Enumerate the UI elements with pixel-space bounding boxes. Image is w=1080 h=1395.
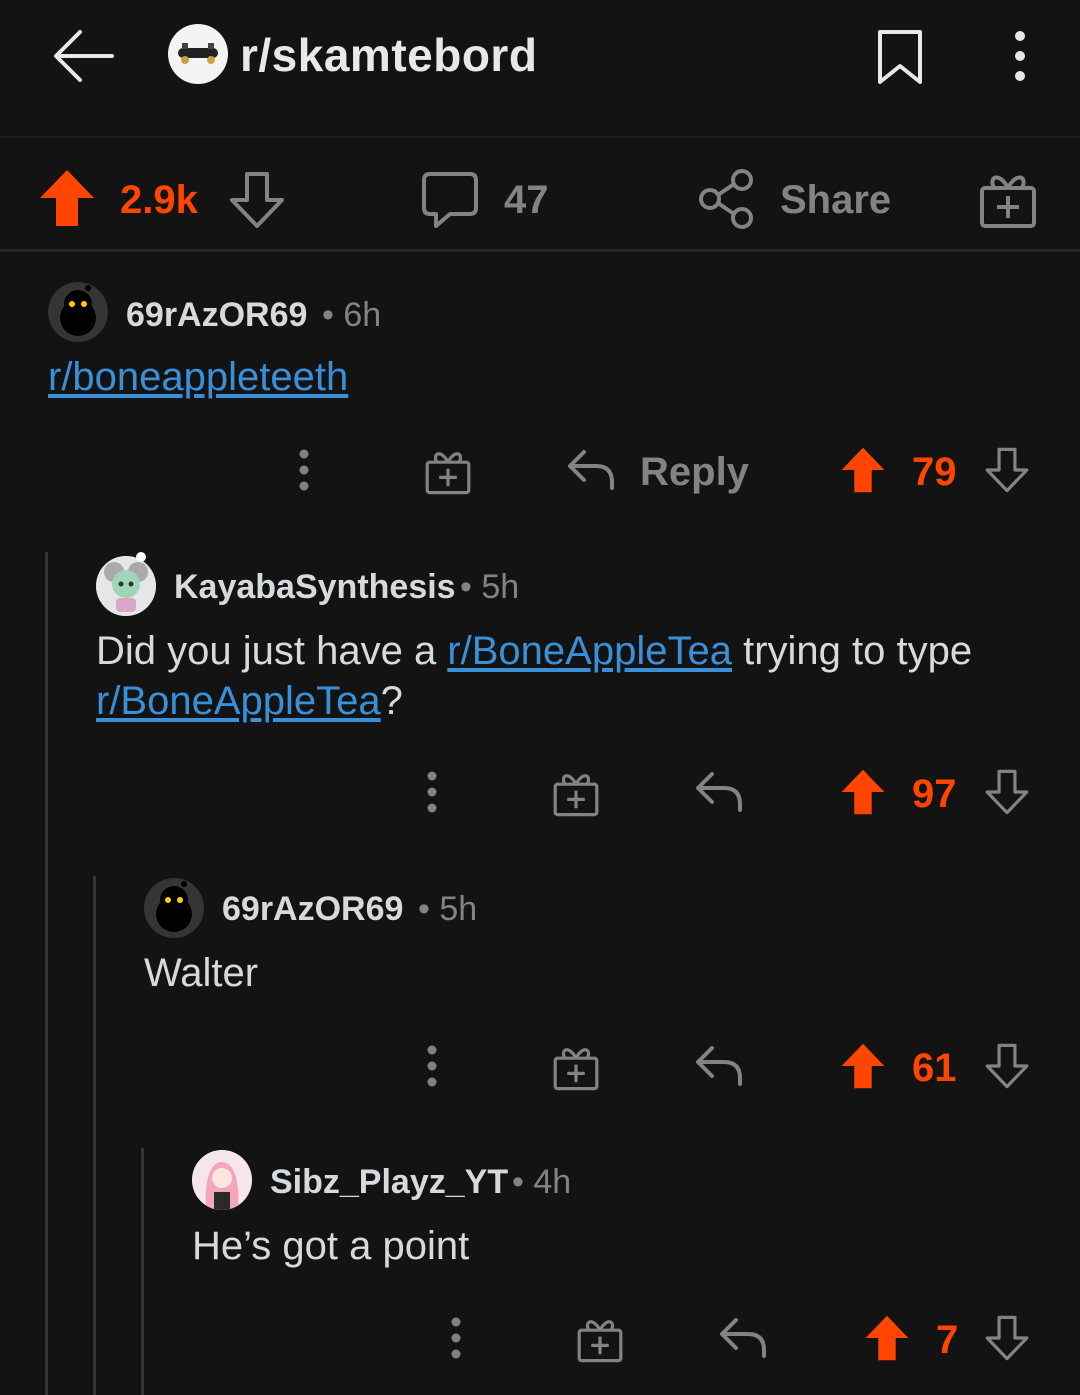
award-icon[interactable] [576,1314,624,1364]
share-button[interactable]: Share [780,178,891,223]
post-action-bar: 2.9k 47 Share [0,140,1080,252]
reply-icon[interactable] [694,770,744,814]
comment-score: 79 [912,450,957,494]
upvote-icon[interactable] [840,446,886,494]
comment-text: He’s got a point [192,1224,470,1268]
reply-icon[interactable] [718,1316,768,1360]
comment-score: 61 [912,1046,957,1090]
reply-icon[interactable] [694,1044,744,1088]
comment-meta: • 5h [460,568,520,606]
comment-text: Walter [144,951,259,995]
comment-count[interactable]: 47 [504,178,549,223]
comment-time: 5h [481,568,520,606]
reply-button[interactable]: Reply [640,450,749,495]
comment-text: trying to type [731,629,973,673]
thread-line[interactable] [93,876,96,1395]
avatar[interactable] [192,1150,252,1210]
comment-time: 4h [533,1163,572,1201]
thread-line[interactable] [45,552,48,1395]
comment-score: 97 [912,772,957,816]
comment-author[interactable]: 69rAzOR69 [126,296,307,335]
upvote-icon[interactable] [840,768,886,816]
comment-meta: • 4h [512,1163,572,1201]
comment-body: r/boneappleteeth [48,352,348,402]
thread-line[interactable] [141,1148,144,1395]
comment-text: ? [380,679,403,723]
comment-author[interactable]: KayabaSynthesis [174,568,456,607]
top-app-bar: r/skamtebord [0,0,1080,138]
comment-body: He’s got a point [192,1221,469,1271]
subreddit-link[interactable]: r/BoneAppleTea [96,679,381,723]
comment-author[interactable]: 69rAzOR69 [222,890,403,929]
more-vertical-icon[interactable] [442,1316,470,1360]
avatar[interactable] [48,282,108,342]
more-vertical-icon[interactable] [1006,30,1034,82]
downvote-icon[interactable] [984,1314,1030,1362]
subreddit-link[interactable]: r/boneappleteeth [48,355,348,399]
upvote-icon[interactable] [840,1042,886,1090]
comment-author[interactable]: Sibz_Playz_YT [270,1163,508,1202]
comment-body: Walter [144,948,258,998]
reply-icon[interactable] [566,448,616,492]
post-score: 2.9k [120,178,198,222]
subreddit-name[interactable]: r/skamtebord [240,28,537,82]
downvote-icon[interactable] [228,170,286,230]
downvote-icon[interactable] [984,1042,1030,1090]
downvote-icon[interactable] [984,446,1030,494]
comment-text: Did you just have a [96,629,448,673]
comment-time: 5h [439,890,478,928]
upvote-icon[interactable] [864,1314,910,1362]
subreddit-avatar[interactable] [168,24,228,84]
more-vertical-icon[interactable] [418,1044,446,1088]
comment-time: 6h [343,296,382,334]
comment-body: Did you just have a r/BoneAppleTea tryin… [96,626,1056,726]
share-icon[interactable] [698,168,756,230]
subreddit-link[interactable]: r/BoneAppleTea [447,629,732,673]
comment-meta: • 5h [418,890,478,928]
comment-icon[interactable] [420,170,480,230]
bookmark-icon[interactable] [876,28,924,86]
comment-score: 7 [936,1318,959,1362]
award-icon[interactable] [424,446,472,496]
back-arrow-icon[interactable] [50,26,116,86]
award-icon[interactable] [552,1042,600,1092]
more-vertical-icon[interactable] [290,448,318,492]
avatar[interactable] [144,878,204,938]
award-icon[interactable] [978,168,1038,230]
online-indicator [136,552,146,562]
more-vertical-icon[interactable] [418,770,446,814]
avatar[interactable] [96,556,156,616]
downvote-icon[interactable] [984,768,1030,816]
award-icon[interactable] [552,768,600,818]
upvote-icon[interactable] [38,168,96,228]
comment-meta: • 6h [322,296,382,334]
